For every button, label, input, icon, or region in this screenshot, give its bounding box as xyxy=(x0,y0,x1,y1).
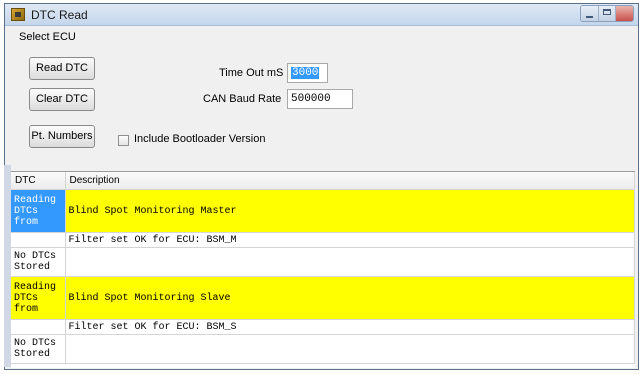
description-cell: Blind Spot Monitoring Master xyxy=(65,189,635,233)
read-dtc-button[interactable]: Read DTC xyxy=(29,57,95,80)
dtc-cell xyxy=(11,232,66,248)
minimize-icon[interactable] xyxy=(581,6,599,21)
column-header-description[interactable]: Description xyxy=(65,172,635,190)
title-bar[interactable]: DTC Read xyxy=(5,4,638,26)
timeout-label: Time Out mS xyxy=(219,67,284,79)
pt-numbers-button[interactable]: Pt. Numbers xyxy=(29,125,95,148)
timeout-input[interactable]: 3000 xyxy=(287,63,328,83)
dtc-cell: Reading DTCs from xyxy=(11,276,66,320)
description-cell: Filter set OK for ECU: BSM_M xyxy=(65,232,635,248)
table-row[interactable]: Filter set OK for ECU: BSM_M xyxy=(11,232,635,248)
app-icon xyxy=(11,8,25,21)
description-cell: Blind Spot Monitoring Slave xyxy=(65,276,635,320)
dtc-results-grid[interactable]: DTC Description Reading DTCs from Blind … xyxy=(11,171,635,368)
include-bootloader-label: Include Bootloader Version xyxy=(134,133,266,145)
can-baud-rate-label: CAN Baud Rate xyxy=(203,93,282,105)
maximize-icon[interactable] xyxy=(598,6,617,21)
dtc-table: DTC Description Reading DTCs from Blind … xyxy=(11,172,635,364)
menu-select-ecu[interactable]: Select ECU xyxy=(19,31,76,43)
dtc-cell: No DTCs Stored xyxy=(11,247,66,277)
timeout-value: 3000 xyxy=(291,67,320,79)
description-cell: Filter set OK for ECU: BSM_S xyxy=(65,319,635,335)
table-row[interactable]: Filter set OK for ECU: BSM_S xyxy=(11,319,635,335)
table-row[interactable]: Reading DTCs from Blind Spot Monitoring … xyxy=(11,276,635,320)
table-row[interactable]: No DTCs Stored xyxy=(11,334,635,364)
clear-dtc-button[interactable]: Clear DTC xyxy=(29,88,95,111)
close-icon[interactable] xyxy=(616,6,633,21)
table-header-row: DTC Description xyxy=(11,172,635,190)
table-row[interactable]: Reading DTCs from Blind Spot Monitoring … xyxy=(11,189,635,233)
table-row[interactable]: No DTCs Stored xyxy=(11,247,635,277)
left-edge-strip xyxy=(4,165,11,367)
description-cell xyxy=(65,334,635,364)
window-controls xyxy=(580,5,634,22)
dtc-cell xyxy=(11,319,66,335)
dtc-cell: No DTCs Stored xyxy=(11,334,66,364)
include-bootloader-checkbox[interactable] xyxy=(118,135,129,146)
dtc-cell: Reading DTCs from xyxy=(11,189,66,233)
description-cell xyxy=(65,247,635,277)
can-baud-rate-input[interactable]: 500000 xyxy=(287,89,353,109)
column-header-dtc[interactable]: DTC xyxy=(11,172,66,190)
window-title: DTC Read xyxy=(31,8,88,22)
